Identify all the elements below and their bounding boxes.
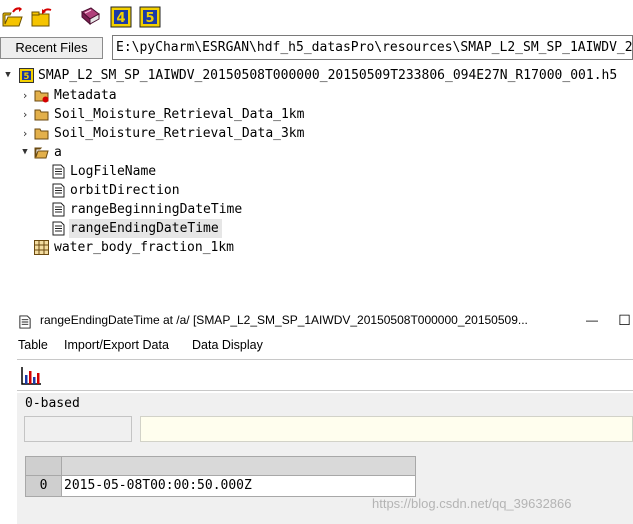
tree-item-label: Soil_Moisture_Retrieval_Data_3km (54, 126, 305, 141)
chart-bars-icon[interactable] (20, 366, 42, 386)
index-base-label[interactable]: 0-based (25, 396, 80, 412)
close-file-icon[interactable] (31, 6, 53, 28)
tree-item-label: LogFileName (70, 164, 157, 179)
hdf4-library-icon[interactable]: 4 (110, 6, 132, 28)
tree-item-water-body-fraction[interactable]: water_body_fraction_1km (0, 238, 633, 257)
tree-item-logfilename[interactable]: LogFileName (0, 162, 633, 181)
attribute-document-icon (51, 164, 66, 179)
collapse-arrow-icon[interactable]: ▼ (20, 143, 30, 162)
main-toolbar: 4 5 (0, 0, 633, 34)
open-folder-icon (34, 145, 49, 160)
tree-item-label: Metadata (54, 88, 117, 103)
data-window-toolbar (17, 362, 633, 390)
table-corner-header[interactable] (25, 456, 62, 476)
group-folder-icon (34, 126, 49, 141)
data-window-menubar: Table Import/Export Data Data Display (0, 334, 633, 356)
expand-arrow-icon[interactable]: › (20, 124, 30, 143)
root-badge-label: 5 (24, 72, 30, 82)
menu-data-display[interactable]: Data Display (192, 334, 263, 356)
attribute-document-icon (18, 313, 32, 329)
recent-files-button[interactable]: Recent Files (0, 37, 103, 59)
attribute-document-icon (51, 221, 66, 236)
tree-item-label: orbitDirection (70, 183, 180, 198)
tree-item-label: water_body_fraction_1km (54, 240, 235, 255)
maximize-button[interactable]: ☐ (616, 308, 633, 332)
watermark-text: https://blog.csdn.net/qq_39632866 (372, 496, 572, 511)
tree-item-label-selected: rangeEndingDateTime (69, 219, 222, 238)
group-folder-icon (34, 107, 49, 122)
tree-item-soil-moisture-3km[interactable]: › Soil_Moisture_Retrieval_Data_3km (0, 124, 633, 143)
separator (17, 390, 633, 391)
tree-item-rangebeginningdatetime[interactable]: rangeBeginningDateTime (0, 200, 633, 219)
tree-root-node[interactable]: ▼ 5 SMAP_L2_SM_SP_1AIWDV_20150508T000000… (0, 66, 633, 85)
tree-item-rangeendingdatetime[interactable]: rangeEndingDateTime (0, 219, 633, 238)
collapse-arrow-icon[interactable]: ▼ (3, 66, 13, 85)
tree-item-soil-moisture-1km[interactable]: › Soil_Moisture_Retrieval_Data_1km (0, 105, 633, 124)
minimize-button[interactable]: — (583, 308, 601, 332)
help-book-icon[interactable] (79, 6, 101, 28)
group-folder-icon (34, 88, 49, 103)
hdf4-icon-label: 4 (116, 11, 125, 26)
data-window-titlebar[interactable]: rangeEndingDateTime at /a/ [SMAP_L2_SM_S… (0, 308, 633, 332)
attribute-document-icon (51, 183, 66, 198)
table-column-header[interactable] (62, 456, 416, 476)
open-file-icon[interactable] (2, 6, 24, 28)
tree-item-group-a[interactable]: ▼ a (0, 143, 633, 162)
data-window-title: rangeEndingDateTime at /a/ [SMAP_L2_SM_S… (40, 313, 528, 327)
hdf5-library-icon[interactable]: 5 (139, 6, 161, 28)
tree-item-label: a (54, 145, 62, 160)
expand-arrow-icon[interactable]: › (20, 86, 30, 105)
separator (17, 359, 633, 360)
cell-value-field[interactable] (140, 416, 633, 442)
tree-item-metadata[interactable]: › Metadata (0, 86, 633, 105)
attribute-document-icon (51, 202, 66, 217)
hdf5-icon-label: 5 (145, 11, 154, 26)
expand-arrow-icon[interactable]: › (20, 105, 30, 124)
menu-import-export-data[interactable]: Import/Export Data (64, 334, 169, 356)
table-cell[interactable]: 2015-05-08T00:00:50.000Z (62, 476, 416, 497)
tree-item-label: rangeBeginningDateTime (70, 202, 243, 217)
table-row-header[interactable]: 0 (25, 476, 62, 497)
tree-item-orbitdirection[interactable]: orbitDirection (0, 181, 633, 200)
menu-table[interactable]: Table (18, 334, 48, 356)
tree-root-label: SMAP_L2_SM_SP_1AIWDV_20150508T000000_201… (38, 68, 618, 83)
hdf5-file-icon: 5 (19, 68, 34, 83)
tree-item-label: Soil_Moisture_Retrieval_Data_1km (54, 107, 305, 122)
dataset-grid-icon (34, 240, 49, 255)
file-tree: ▼ 5 SMAP_L2_SM_SP_1AIWDV_20150508T000000… (0, 66, 633, 266)
file-path-combobox[interactable]: E:\pyCharm\ESRGAN\hdf_h5_datasPro\resour… (112, 35, 633, 60)
cell-location-field (24, 416, 132, 442)
